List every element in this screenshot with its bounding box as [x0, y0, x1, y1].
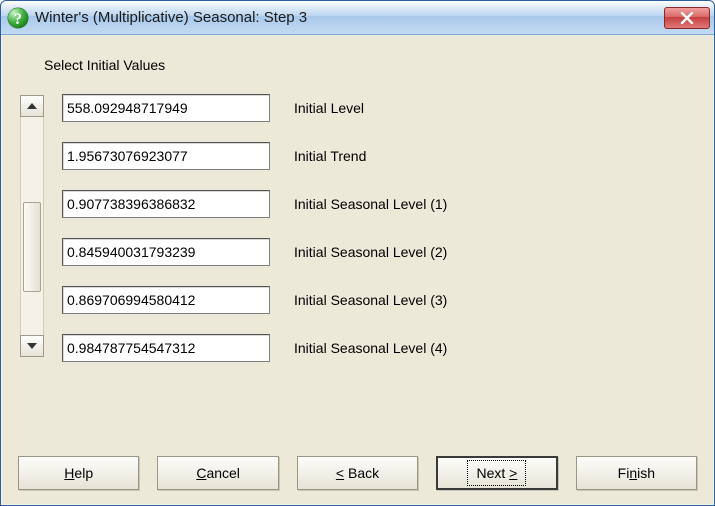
scroll-down-button[interactable] — [20, 335, 44, 357]
mnemonic: < — [336, 465, 344, 481]
finish-button[interactable]: Finish — [576, 456, 697, 490]
field-label: Initial Seasonal Level (3) — [294, 292, 447, 308]
titlebar[interactable]: ? Winter's (Multiplicative) Seasonal: St… — [1, 1, 714, 35]
field-row: Initial Level — [62, 93, 693, 123]
mnemonic: C — [196, 465, 206, 481]
field-row: Initial Seasonal Level (3) — [62, 285, 693, 315]
label-text: N — [476, 465, 486, 481]
label-text: B — [348, 465, 357, 481]
scroll-up-button[interactable] — [20, 95, 44, 117]
label-text: Fi — [618, 465, 630, 481]
label-text: ish — [637, 465, 655, 481]
initial-trend-input[interactable] — [62, 142, 270, 170]
mnemonic: n — [629, 465, 637, 481]
dialog-window: ? Winter's (Multiplicative) Seasonal: St… — [0, 0, 715, 506]
close-icon — [680, 12, 694, 24]
back-button[interactable]: < Back — [297, 456, 418, 490]
field-label: Initial Seasonal Level (1) — [294, 196, 447, 212]
field-label: Initial Level — [294, 100, 364, 116]
client-area: Select Initial Values Initial Level — [2, 35, 713, 504]
scroll-thumb[interactable] — [23, 202, 41, 292]
mnemonic: > — [509, 465, 517, 481]
chevron-down-icon — [27, 343, 37, 349]
help-icon: ? — [7, 7, 29, 29]
initial-level-input[interactable] — [62, 94, 270, 122]
initial-seasonal-2-input[interactable] — [62, 238, 270, 266]
field-row: Initial Seasonal Level (1) — [62, 189, 693, 219]
field-row: Initial Trend — [62, 141, 693, 171]
cancel-button[interactable]: Cancel — [157, 456, 278, 490]
vertical-scrollbar[interactable] — [20, 95, 44, 357]
field-label: Initial Seasonal Level (2) — [294, 244, 447, 260]
label-text: ancel — [206, 465, 239, 481]
initial-seasonal-3-input[interactable] — [62, 286, 270, 314]
mnemonic: H — [64, 465, 74, 481]
help-button[interactable]: Help — [18, 456, 139, 490]
chevron-up-icon — [27, 103, 37, 109]
label-text: ack — [357, 465, 379, 481]
initial-seasonal-4-input[interactable] — [62, 334, 270, 362]
field-label: Initial Trend — [294, 148, 366, 164]
svg-text:?: ? — [14, 11, 22, 28]
button-row: Help Cancel < Back Next > Finish — [18, 456, 697, 490]
close-button[interactable] — [664, 7, 710, 29]
window-title: Winter's (Multiplicative) Seasonal: Step… — [35, 9, 664, 26]
field-row: Initial Seasonal Level (4) — [62, 333, 693, 363]
fields-area: Initial Level Initial Trend Initial Seas… — [62, 93, 693, 381]
scroll-track[interactable] — [20, 117, 44, 335]
label-text: ext — [487, 465, 510, 481]
initial-seasonal-1-input[interactable] — [62, 190, 270, 218]
field-label: Initial Seasonal Level (4) — [294, 340, 447, 356]
field-row: Initial Seasonal Level (2) — [62, 237, 693, 267]
label-text: elp — [74, 465, 93, 481]
instruction-text: Select Initial Values — [44, 57, 165, 73]
next-button[interactable]: Next > — [436, 456, 557, 490]
